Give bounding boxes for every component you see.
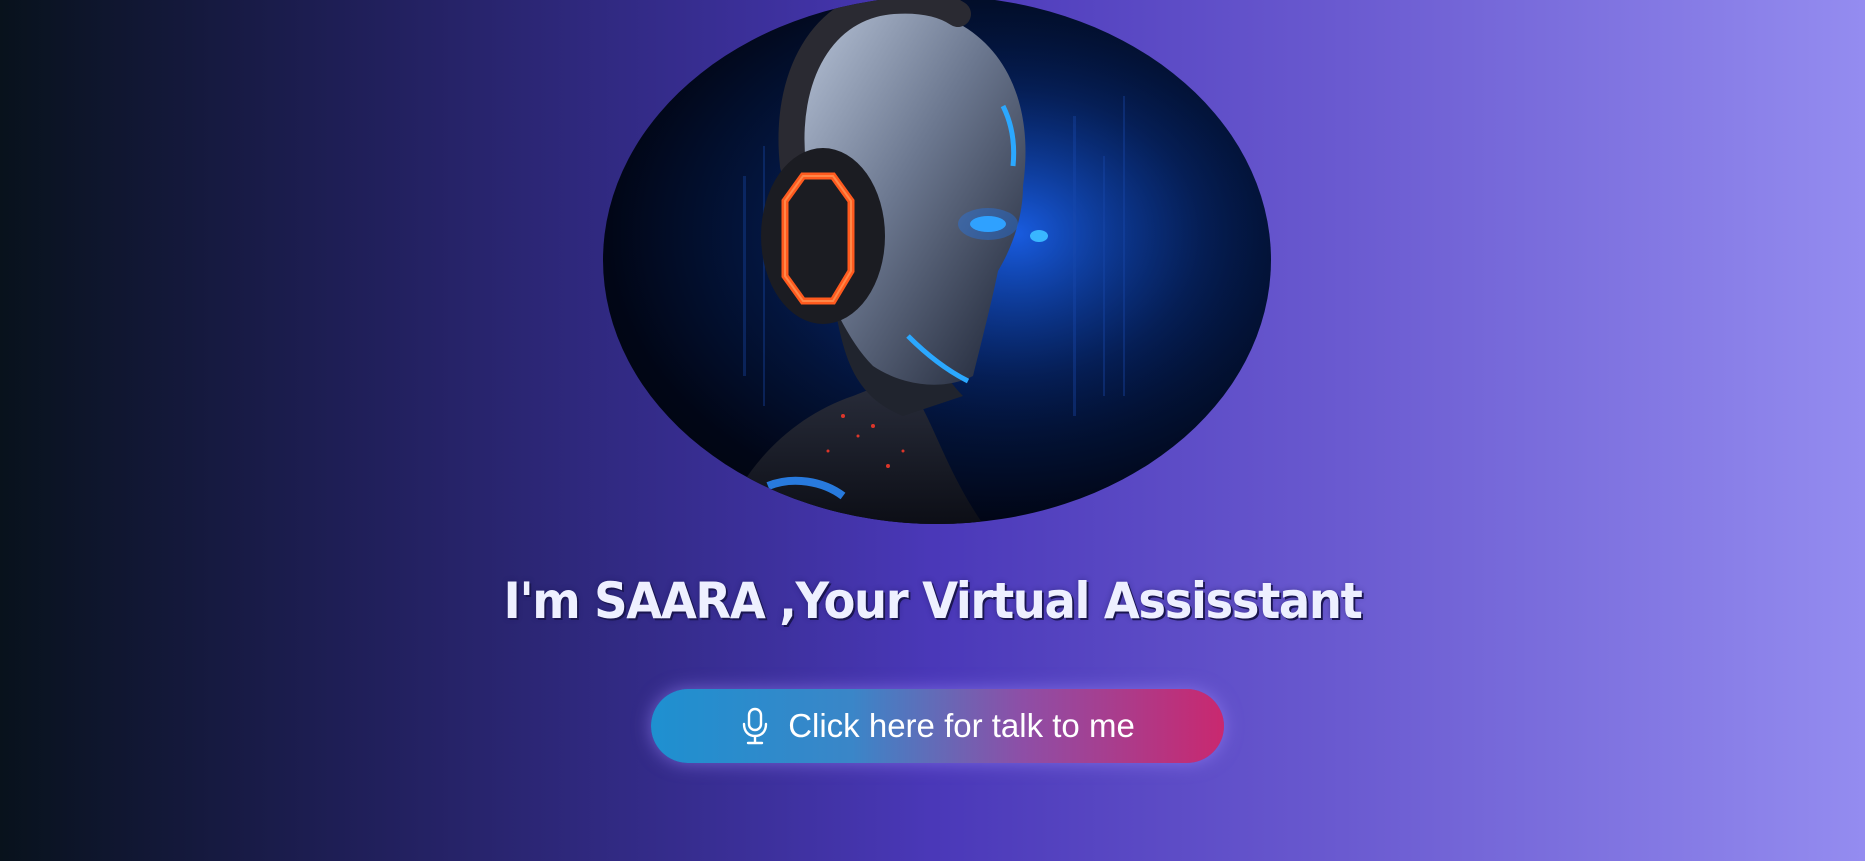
assistant-avatar-image <box>603 0 1271 524</box>
page-title: I'm SAARA ,Your Virtual Assisstant <box>503 572 1363 630</box>
microphone-icon <box>742 707 768 745</box>
talk-button-label: Click here for talk to me <box>788 707 1135 744</box>
robot-with-headphones-icon <box>603 0 1271 524</box>
talk-to-me-button[interactable]: Click here for talk to me <box>651 689 1224 763</box>
